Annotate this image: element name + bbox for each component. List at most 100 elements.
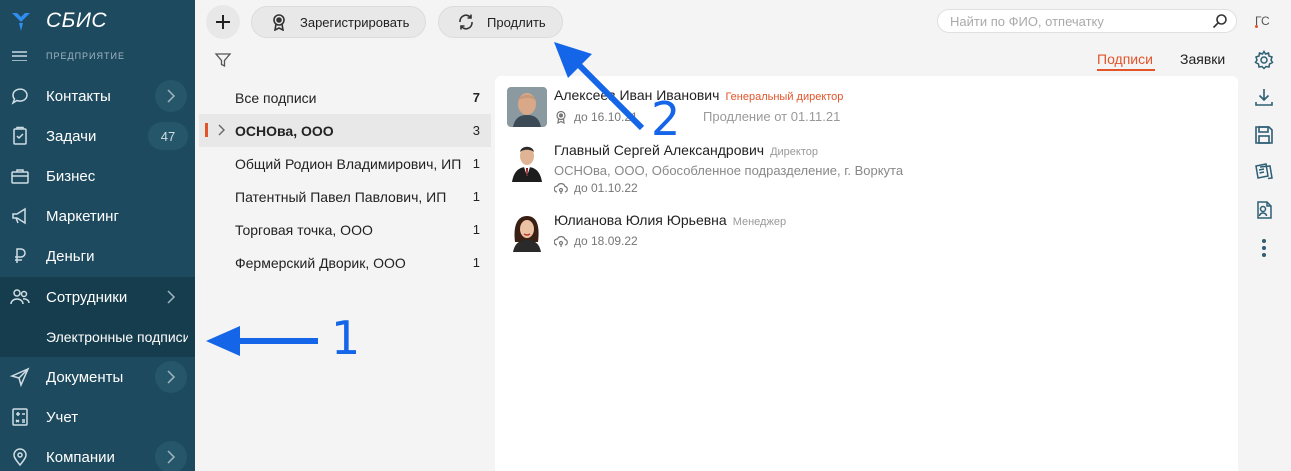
person-name-line: Главный Сергей Александрович Директор (554, 142, 818, 158)
chevron-right-icon[interactable] (155, 80, 187, 112)
sidebar-item-accounting[interactable]: Учет (0, 397, 195, 437)
chevron-right-icon[interactable] (216, 122, 228, 138)
org-count: 7 (472, 90, 480, 105)
logo[interactable]: СБИС (0, 0, 195, 42)
annotation-arrow-left (206, 326, 318, 356)
sidebar-item-contacts[interactable]: Контакты (0, 76, 195, 116)
org-row[interactable]: Торговая точка, ООО 1 (199, 213, 491, 246)
signature-row[interactable]: Главный Сергей Александрович Директор ОСН… (507, 142, 1227, 202)
person-name-line: Алексеев Иван Иванович Генеральный директ… (554, 87, 843, 103)
person-role: Директор (770, 146, 818, 158)
tasks-count-badge: 47 (148, 122, 188, 150)
expiry-line: до 16.10.21 (554, 110, 638, 124)
company-label: ПРЕДПРИЯТИЕ (46, 51, 125, 61)
briefcase-icon (9, 165, 31, 187)
refresh-icon (457, 13, 475, 31)
org-name: Фермерский Дворик, ООО (235, 254, 406, 271)
cloud-key-icon (554, 183, 568, 194)
org-row[interactable]: Фермерский Дворик, ООО 1 (199, 246, 491, 279)
sidebar-item-employees[interactable]: Сотрудники (0, 277, 195, 317)
sidebar-item-label: Документы (46, 368, 124, 386)
org-row[interactable]: Общий Родион Владимирович, ИП 1 (199, 147, 491, 180)
add-button[interactable] (206, 5, 240, 39)
sidebar-subitem-label: Электронные подписи (46, 329, 188, 345)
search-input[interactable]: Найти по ФИО, отпечатку (937, 9, 1237, 33)
plus-icon (216, 15, 230, 29)
sidebar-item-companies[interactable]: Компании (0, 437, 195, 471)
chevron-right-icon[interactable] (155, 361, 187, 393)
sidebar-item-label: Бизнес (46, 167, 96, 185)
org-count: 1 (472, 255, 480, 270)
person-org: ОСНОва, ООО, Обособленное подразделение,… (554, 163, 904, 178)
avatar (507, 212, 547, 252)
register-button[interactable]: Зарегистрировать (251, 6, 427, 38)
ruble-icon (9, 245, 31, 267)
settings-gear-icon[interactable] (1253, 49, 1275, 71)
paper-plane-icon (9, 366, 31, 388)
sidebar-item-marketing[interactable]: Маркетинг (0, 196, 195, 236)
org-row[interactable]: Все подписи 7 (199, 81, 491, 114)
signature-row[interactable]: Алексеев Иван Иванович Генеральный директ… (507, 87, 1227, 147)
renewal-note: Продление от 01.11.21 (703, 109, 841, 124)
tasks-icon (9, 125, 31, 147)
person-role: Генеральный директор (725, 91, 844, 103)
org-row[interactable]: Патентный Павел Павлович, ИП 1 (199, 180, 491, 213)
sidebar-item-money[interactable]: Деньги (0, 236, 195, 276)
org-name: ОСНОва, ООО (235, 122, 334, 139)
expiry-line: до 01.10.22 (554, 181, 638, 195)
menu-icon[interactable] (12, 51, 27, 61)
expiry-line: до 18.09.22 (554, 234, 638, 248)
cloud-key-icon (554, 236, 568, 247)
search-placeholder: Найти по ФИО, отпечатку (950, 13, 1104, 29)
person-name-line: Юлианова Юлия Юрьевна Менеджер (554, 212, 786, 228)
chevron-right-icon[interactable] (155, 281, 187, 313)
sidebar-item-label: Сотрудники (46, 288, 128, 306)
sidebar-item-business[interactable]: Бизнес (0, 156, 195, 196)
signature-document-icon[interactable] (1253, 199, 1275, 221)
expiry-date: до 16.10.21 (574, 110, 638, 124)
people-icon (9, 286, 31, 308)
renew-label: Продлить (487, 14, 546, 30)
signature-row[interactable]: Юлианова Юлия Юрьевна Менеджер до 18.09.2… (507, 212, 1227, 272)
megaphone-icon (9, 205, 31, 227)
expiry-date: до 01.10.22 (574, 181, 638, 195)
sidebar-item-documents[interactable]: Документы (0, 357, 195, 397)
avatar (507, 87, 547, 127)
annotation-number-1: 1 (331, 311, 361, 365)
annotation-number-2: 2 (651, 92, 681, 146)
sidebar-item-label: Задачи (46, 127, 97, 145)
save-disk-icon[interactable] (1253, 124, 1275, 146)
sidebar-item-label: Контакты (46, 87, 111, 105)
chat-icon (9, 85, 31, 107)
tab-requests[interactable]: Заявки (1180, 51, 1225, 67)
org-count: 1 (472, 156, 480, 171)
badge-icon (556, 110, 566, 124)
filter-icon[interactable] (214, 51, 232, 69)
sidebar-item-tasks[interactable]: Задачи 47 (0, 116, 195, 156)
sidebar-item-label: Учет (46, 408, 79, 426)
download-icon[interactable] (1253, 86, 1275, 108)
sidebar-item-label: Компании (46, 448, 115, 466)
person-role: Менеджер (732, 216, 787, 228)
logo-icon (8, 8, 34, 34)
more-vertical-icon[interactable] (1253, 237, 1275, 259)
search-icon[interactable] (1212, 13, 1228, 29)
calculator-icon (9, 406, 31, 428)
sidebar-item-label: Маркетинг (46, 207, 119, 225)
chevron-right-icon[interactable] (155, 441, 187, 471)
sidebar: СБИС ПРЕДПРИЯТИЕ Контакты Задачи 47 Бизн… (0, 0, 195, 471)
person-name: Юлианова Юлия Юрьевна (554, 212, 727, 228)
sidebar-subitem-e-signatures[interactable]: Электронные подписи (0, 317, 195, 357)
tab-signatures[interactable]: Подписи (1097, 51, 1153, 67)
org-count: 1 (472, 189, 480, 204)
org-row-selected[interactable]: ОСНОва, ООО 3 (199, 114, 491, 147)
expiry-date: до 18.09.22 (574, 234, 638, 248)
selection-marker (205, 123, 208, 137)
company-switcher[interactable]: ПРЕДПРИЯТИЕ (0, 42, 195, 70)
certificates-icon[interactable] (1253, 161, 1275, 183)
org-name: Общий Родион Владимирович, ИП (235, 155, 462, 172)
renew-button[interactable]: Продлить (438, 6, 563, 38)
person-name: Алексеев Иван Иванович (554, 87, 720, 103)
org-count: 1 (472, 222, 480, 237)
org-name: Все подписи (235, 89, 317, 106)
